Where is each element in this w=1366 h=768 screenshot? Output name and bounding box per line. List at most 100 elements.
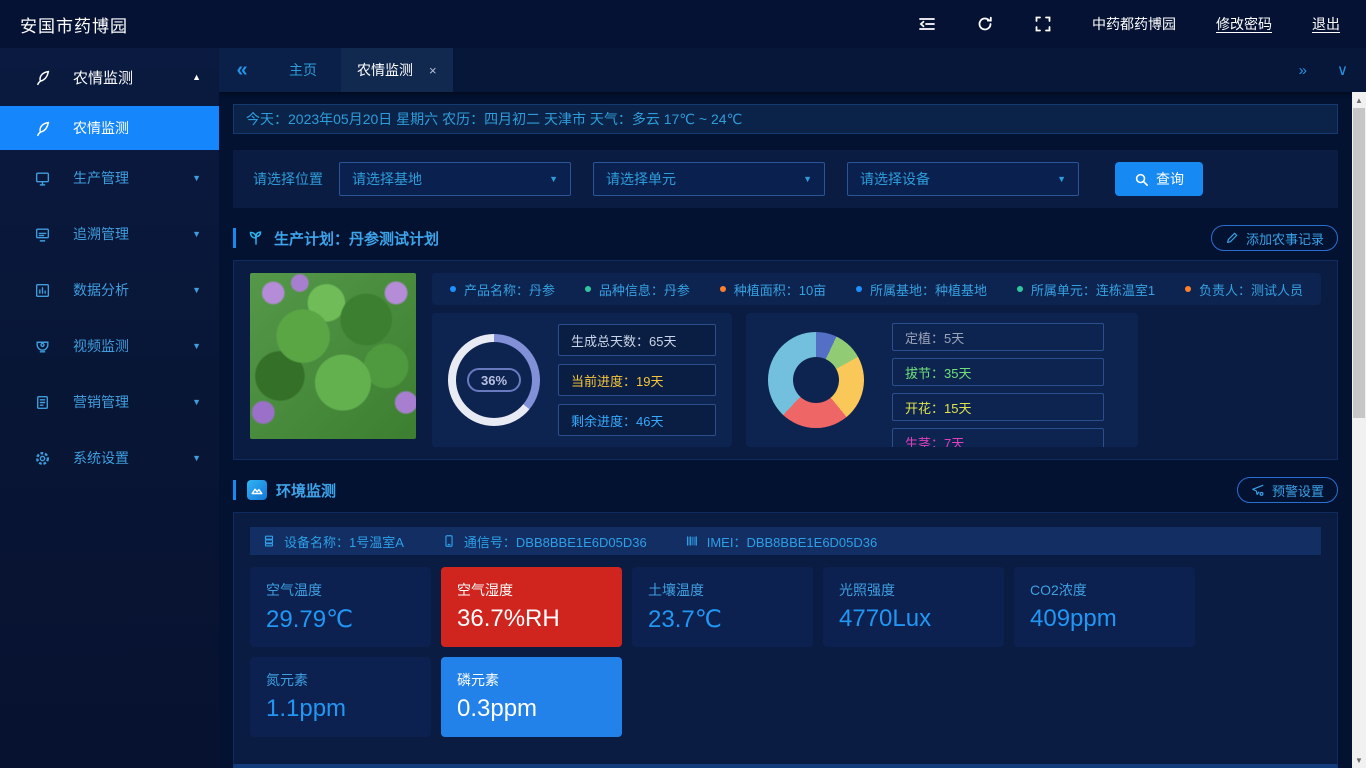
tab-active-label[interactable]: 农情监测 [357, 60, 413, 80]
sidebar-active-label: 农情监测 [73, 118, 129, 138]
main-content: 今天：2023年05月20日 星期六 农历：四月初二 天津市 天气：多云 17℃… [219, 92, 1352, 768]
sensor-card[interactable]: 光照强度 4770Lux [823, 567, 1004, 647]
section-accent-bar [233, 480, 236, 500]
sidebar-item[interactable]: 系统设置 ▼ [0, 430, 219, 486]
add-farm-record-button[interactable]: 添加农事记录 [1211, 225, 1338, 251]
leaf-icon [34, 120, 51, 137]
sensor-card[interactable]: CO2浓度 409ppm [1014, 567, 1195, 647]
search-icon [1134, 172, 1149, 187]
sensor-value: 1.1ppm [266, 695, 415, 723]
sidebar-item-label: 系统设置 [73, 448, 129, 468]
stage-row: 定植：5天 [892, 323, 1104, 351]
sidebar-item-agri-monitor-active[interactable]: 农情监测 [0, 106, 219, 150]
select-value: 请选择基地 [352, 169, 422, 189]
plan-info-item: 所属基地：种植基地 [856, 280, 987, 299]
pencil-icon [1225, 231, 1239, 245]
gear-icon [34, 450, 51, 467]
progress-ring: 36% [448, 334, 540, 426]
sidebar-item[interactable]: 生产管理 ▼ [0, 150, 219, 206]
plan-info-row: 产品名称：丹参 品种信息：丹参 种植面积：10亩 所属基地：种植基地 所属单元：… [432, 273, 1321, 305]
scroll-up-icon[interactable]: ▲ [1352, 93, 1366, 107]
plan-info-text: 所属单元：连栋温室1 [1031, 280, 1155, 299]
search-button[interactable]: 查询 [1115, 162, 1203, 196]
sidebar-item-label: 追溯管理 [73, 224, 129, 244]
tab-bar: « 主页 农情监测 × » ∨ [219, 48, 1366, 92]
bullet-dot-icon [1185, 286, 1191, 292]
change-password-link[interactable]: 修改密码 [1216, 14, 1272, 34]
location-label: 请选择位置 [253, 169, 323, 189]
plan-info-item: 负责人：测试人员 [1185, 280, 1303, 299]
sensor-label: 空气温度 [266, 580, 415, 600]
device-info-bar: 设备名称：1号温室A 通信号：DBB8BBE1E6D05D36 IMEI：DBB… [250, 527, 1321, 555]
sensor-label: 氮元素 [266, 670, 415, 690]
sensor-card[interactable]: 空气湿度 36.7%RH [441, 567, 622, 647]
tabs-scroll-left-icon[interactable]: « [219, 48, 265, 92]
scrollbar-thumb[interactable] [1353, 108, 1365, 418]
tenant-name: 中药都药博园 [1092, 14, 1176, 34]
progress-gauge-panel: 36% 生成总天数：65天当前进度：19天剩余进度：46天 [432, 313, 732, 447]
sensor-card[interactable]: 土壤温度 23.7℃ [632, 567, 813, 647]
sensor-value: 23.7℃ [648, 605, 797, 634]
app-logo: 安国市药博园 [20, 12, 128, 37]
search-button-label: 查询 [1156, 169, 1184, 189]
device-info-item: IMEI：DBB8BBE1E6D05D36 [685, 532, 878, 551]
vertical-scrollbar[interactable]: ▲ ▼ [1352, 92, 1366, 768]
tab-home[interactable]: 主页 [265, 48, 341, 92]
sidebar-item[interactable]: 数据分析 ▼ [0, 262, 219, 318]
caret-down-icon: ▼ [1057, 174, 1066, 184]
filter-select[interactable]: 请选择设备 ▼ [847, 162, 1079, 196]
fullscreen-icon[interactable] [1034, 15, 1052, 33]
filter-select[interactable]: 请选择基地 ▼ [339, 162, 571, 196]
plan-info-text: 所属基地：种植基地 [870, 280, 987, 299]
bullet-dot-icon [450, 286, 456, 292]
select-value: 请选择单元 [606, 169, 676, 189]
sensor-card[interactable]: 磷元素 0.3ppm [441, 657, 622, 737]
close-icon[interactable]: × [429, 63, 437, 78]
device-info-text: IMEI：DBB8BBE1E6D05D36 [707, 532, 878, 551]
bullet-dot-icon [585, 286, 591, 292]
device-info-item: 设备名称：1号温室A [262, 532, 404, 551]
progress-percent-badge: 36% [467, 368, 521, 392]
sidebar-item[interactable]: 视频监测 ▼ [0, 318, 219, 374]
crop-photo [250, 273, 416, 439]
caret-down-icon: ▼ [192, 453, 201, 463]
sidebar-item[interactable]: 营销管理 ▼ [0, 374, 219, 430]
sensor-cards: 空气温度 29.79℃ 空气湿度 36.7%RH 土壤温度 23.7℃ 光照强度… [250, 567, 1321, 737]
plan-info-text: 品种信息：丹参 [599, 280, 690, 299]
plan-info-text: 种植面积：10亩 [734, 280, 826, 299]
sidebar: 农情监测 ▲ 农情监测 生产管理 ▼ 追溯管理 ▼ 数据分析 ▼ 视频监测 [0, 48, 219, 768]
sensor-card[interactable]: 空气温度 29.79℃ [250, 567, 431, 647]
device-info-item: 通信号：DBB8BBE1E6D05D36 [442, 532, 647, 551]
sensor-value: 4770Lux [839, 605, 988, 633]
caret-down-icon: ▼ [192, 341, 201, 351]
sensor-label: 光照强度 [839, 580, 988, 600]
refresh-icon[interactable] [976, 15, 994, 33]
stage-donut [768, 332, 864, 428]
menu-fold-icon[interactable] [918, 15, 936, 33]
scroll-down-icon[interactable]: ▼ [1352, 753, 1366, 767]
alert-settings-label: 预警设置 [1272, 481, 1324, 500]
sidebar-parent-label: 农情监测 [73, 67, 133, 88]
sidebar-parent-agri-monitor[interactable]: 农情监测 ▲ [0, 48, 219, 106]
logout-link[interactable]: 退出 [1312, 14, 1340, 34]
document-icon [34, 394, 51, 411]
plan-info-item: 所属单元：连栋温室1 [1017, 280, 1155, 299]
sensor-label: 磷元素 [457, 670, 606, 690]
date-weather-banner: 今天：2023年05月20日 星期六 农历：四月初二 天津市 天气：多云 17℃… [233, 104, 1338, 134]
tabs-scroll-right-icon[interactable]: » [1299, 62, 1307, 79]
filter-selects: 请选择基地 ▼ 请选择单元 ▼ 请选择设备 ▼ [339, 162, 1101, 196]
tabs-menu-icon[interactable]: ∨ [1337, 61, 1348, 79]
sidebar-item[interactable]: 追溯管理 ▼ [0, 206, 219, 262]
caret-down-icon: ▼ [192, 285, 201, 295]
progress-row: 当前进度：19天 [558, 364, 716, 396]
sensor-value: 0.3ppm [457, 695, 606, 723]
filter-panel: 请选择位置 请选择基地 ▼ 请选择单元 ▼ 请选择设备 ▼ 查询 [233, 150, 1338, 208]
sidebar-item-label: 数据分析 [73, 280, 129, 300]
sidebar-menu: 生产管理 ▼ 追溯管理 ▼ 数据分析 ▼ 视频监测 ▼ 营销管理 ▼ 系统设置 [0, 150, 219, 486]
chart-icon [34, 282, 51, 299]
sensor-card[interactable]: 氮元素 1.1ppm [250, 657, 431, 737]
filter-select[interactable]: 请选择单元 ▼ [593, 162, 825, 196]
alert-settings-button[interactable]: 预警设置 [1237, 477, 1338, 503]
sensor-label: CO2浓度 [1030, 580, 1179, 600]
caret-up-icon: ▲ [192, 72, 201, 82]
